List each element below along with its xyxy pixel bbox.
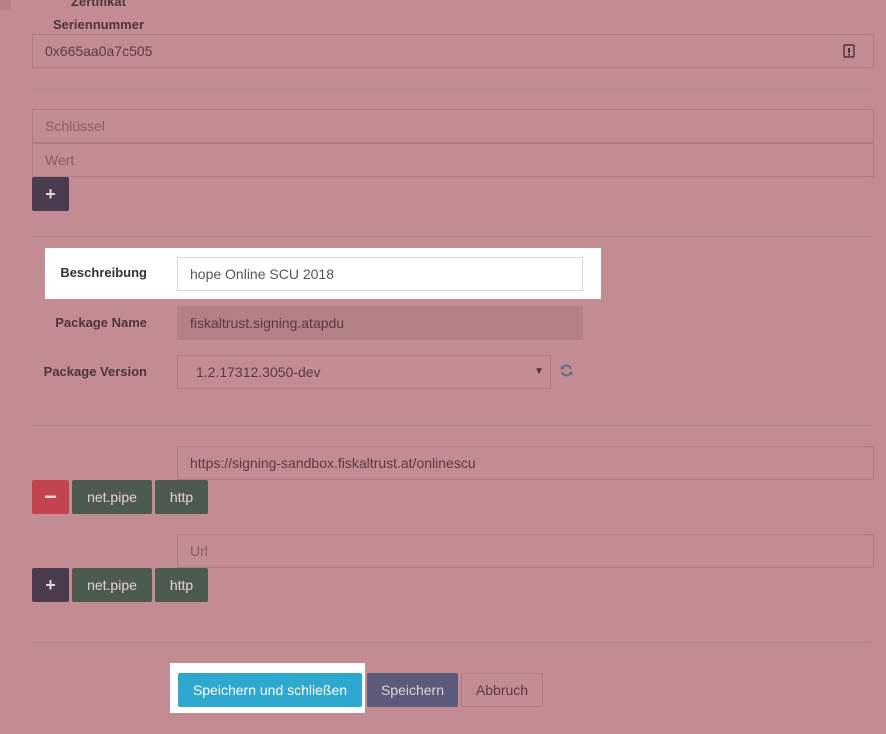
package-name-field: fiskaltrust.signing.atapdu — [177, 306, 583, 340]
divider — [32, 642, 873, 643]
cert-label-top: Zertifikat — [71, 0, 126, 9]
value-input[interactable]: Wert — [32, 143, 874, 177]
url-input-existing[interactable]: https://signing-sandbox.fiskaltrust.at/o… — [177, 446, 874, 480]
clipboard-icon[interactable] — [843, 44, 855, 58]
serial-number-value: 0x665aa0a7c505 — [45, 43, 153, 59]
divider — [32, 88, 873, 89]
package-version-select[interactable]: 1.2.17312.3050-dev ▼ — [177, 355, 551, 389]
refresh-icon[interactable] — [560, 364, 573, 377]
cancel-button[interactable]: Abbruch — [461, 673, 543, 707]
serial-number-label: Seriennummer — [52, 17, 145, 32]
package-name-label: Package Name — [55, 315, 147, 330]
divider — [32, 425, 873, 426]
http-button[interactable]: http — [155, 568, 208, 602]
add-url-button[interactable]: + — [32, 568, 69, 602]
add-keyvalue-button[interactable]: + — [32, 177, 69, 211]
chevron-down-icon: ▼ — [534, 366, 544, 377]
package-version-label: Package Version — [43, 364, 147, 379]
description-input[interactable]: hope Online SCU 2018 — [177, 257, 583, 291]
package-version-value: 1.2.17312.3050-dev — [196, 364, 321, 380]
netpipe-button[interactable]: net.pipe — [72, 568, 152, 602]
description-label: Beschreibung — [60, 265, 147, 280]
http-button[interactable]: http — [155, 480, 208, 514]
save-button[interactable]: Speichern — [367, 673, 458, 707]
serial-number-field[interactable]: 0x665aa0a7c505 — [32, 34, 874, 68]
divider — [32, 236, 873, 237]
netpipe-button[interactable]: net.pipe — [72, 480, 152, 514]
save-and-close-button[interactable]: Speichern und schließen — [178, 673, 362, 707]
remove-url-button[interactable]: − — [32, 480, 69, 514]
url-input-new[interactable]: Url — [177, 534, 874, 568]
key-input[interactable]: Schlüssel — [32, 109, 874, 143]
